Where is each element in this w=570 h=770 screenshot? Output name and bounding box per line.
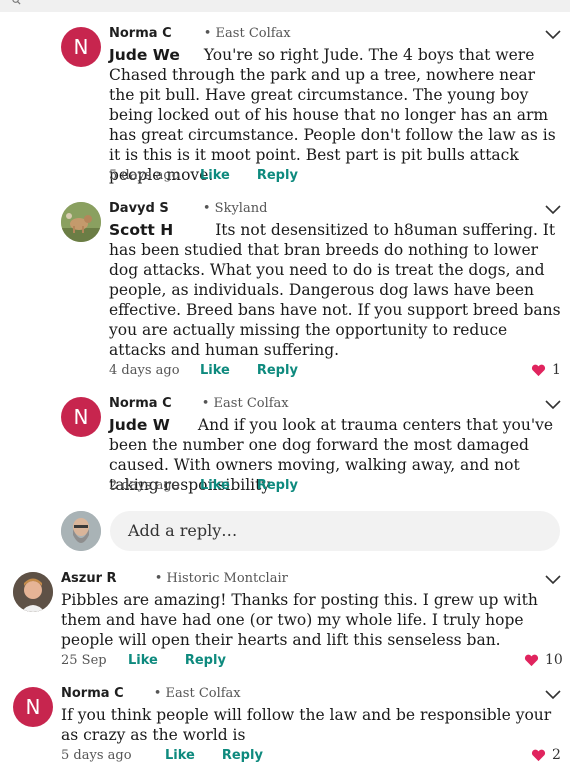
person-photo-avatar[interactable] [13,572,53,612]
like-button[interactable]: Like [165,748,195,763]
like-count[interactable]: 1 [531,362,561,378]
avatar[interactable]: N [61,397,101,437]
heart-icon [531,364,546,376]
mention[interactable]: Scott H [109,221,173,239]
author-name[interactable]: Norma C [109,26,172,41]
heart-icon [531,749,546,761]
author-name[interactable]: Norma C [109,396,172,411]
neighborhood[interactable]: • East Colfax [154,686,241,701]
reply-button[interactable]: Reply [257,478,298,493]
chevron-down-icon[interactable] [545,690,561,700]
chevron-down-icon[interactable] [545,575,561,585]
reply-button[interactable]: Reply [222,748,263,763]
like-button[interactable]: Like [200,168,230,183]
neighborhood[interactable]: • East Colfax [204,26,291,41]
timestamp: 5 days ago [61,748,132,763]
person-photo-icon [13,572,53,612]
author-name[interactable]: Aszur R [61,571,117,586]
avatar[interactable]: N [61,27,101,67]
neighborhood[interactable]: • Historic Montclair [155,571,288,586]
dog-photo-avatar[interactable] [61,202,101,242]
mention[interactable]: Jude W [109,416,170,434]
timestamp: 4 days ago [109,363,180,378]
chevron-down-icon[interactable] [545,400,561,410]
reply-button[interactable]: Reply [257,363,298,378]
comment-text: Pibbles are amazing! Thanks for posting … [61,591,538,649]
comment-text: Scott H Its not desensitized to h8uman su… [109,221,561,359]
search-icon [12,0,21,5]
comment-text: If you think people will follow the law … [61,706,552,744]
reply-button[interactable]: Reply [257,168,298,183]
like-button[interactable]: Like [200,363,230,378]
timestamp: 2 days ago [109,478,180,493]
bearded-man-photo-icon [61,511,101,551]
reply-input[interactable]: Add a reply… [110,511,560,551]
heart-icon [524,654,539,666]
like-button[interactable]: Like [128,653,158,668]
neighborhood[interactable]: • Skyland [203,201,268,216]
comment-text: Jude We You're so right Jude. The 4 boys … [109,46,556,184]
reply-button[interactable]: Reply [185,653,226,668]
like-button[interactable]: Like [200,478,230,493]
top-search-bar[interactable] [0,0,570,12]
neighborhood[interactable]: • East Colfax [202,396,289,411]
like-count[interactable]: 10 [524,652,563,668]
avatar[interactable]: N [13,687,53,727]
chevron-down-icon[interactable] [545,205,561,215]
author-name[interactable]: Davyd S [109,201,169,216]
author-name[interactable]: Norma C [61,686,124,701]
mention[interactable]: Jude We [109,46,180,64]
like-count[interactable]: 2 [531,747,561,763]
dog-photo-icon [61,202,101,242]
chevron-down-icon[interactable] [545,30,561,40]
timestamp: 5 days ago [109,168,180,183]
current-user-avatar [61,511,101,551]
